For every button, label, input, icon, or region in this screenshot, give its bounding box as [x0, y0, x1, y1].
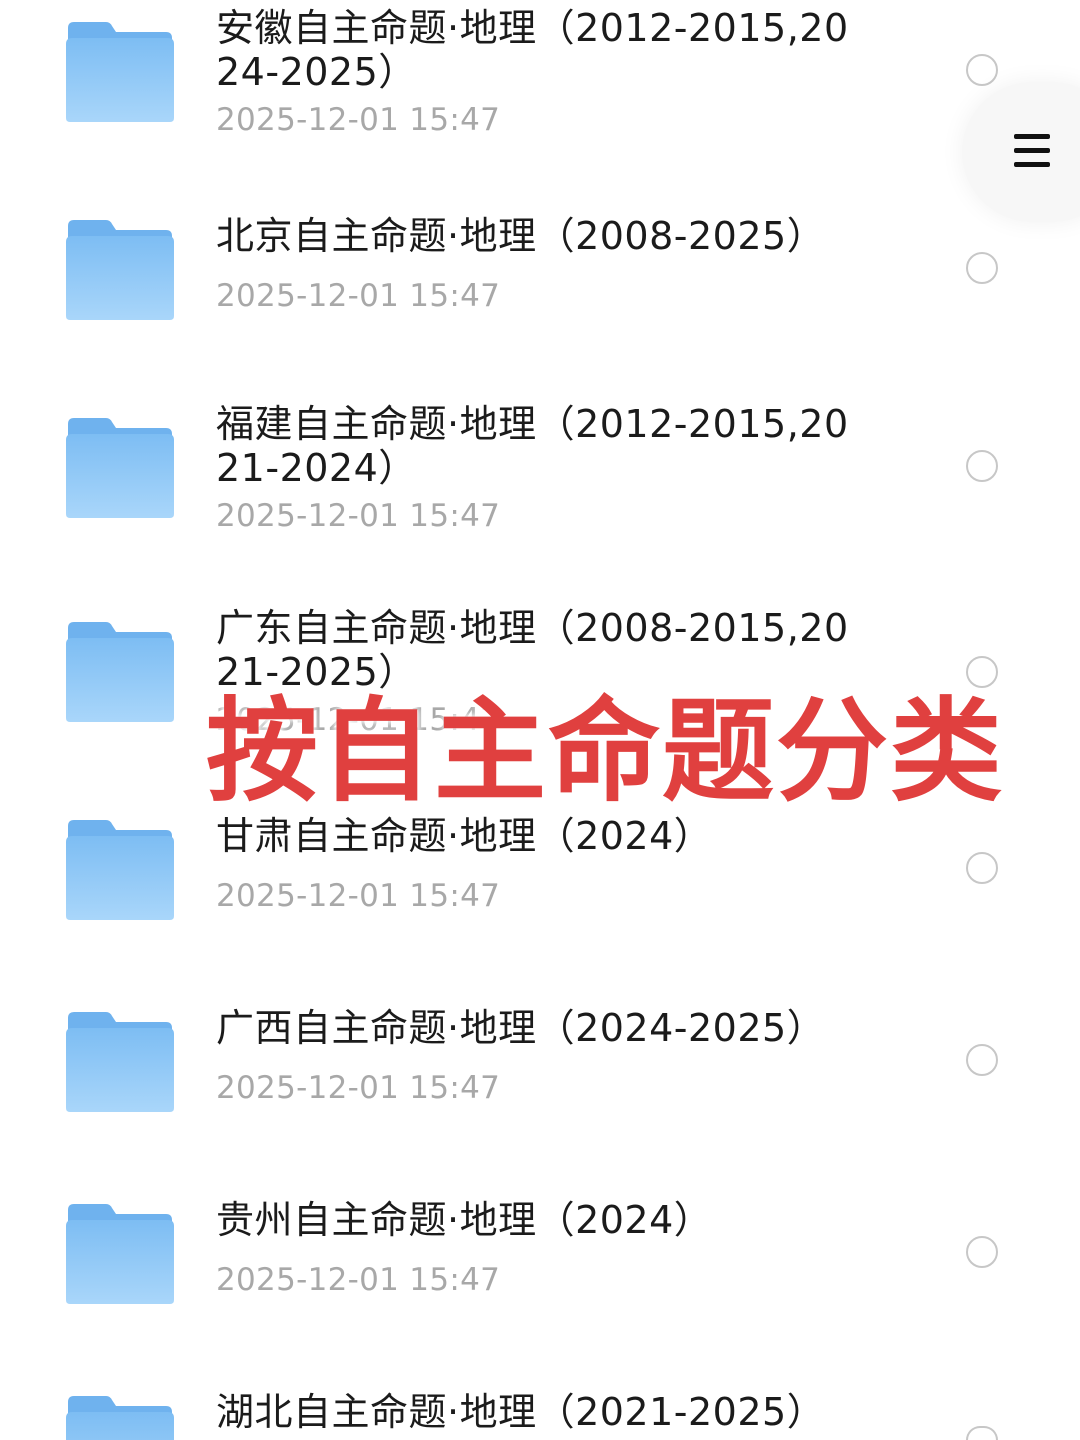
file-title: 福建自主命题·地理（2012-2015,2021-2024）	[216, 402, 849, 490]
file-timestamp: 2025-12-01 15:47	[216, 278, 501, 314]
radio-circle-icon[interactable]	[966, 1236, 998, 1268]
file-title: 甘肃自主命题·地理（2024）	[216, 814, 713, 858]
folder-icon	[66, 220, 174, 320]
folder-icon	[66, 820, 174, 920]
file-timestamp: 2025-12-01 15:47	[216, 102, 501, 138]
file-title: 贵州自主命题·地理（2024）	[216, 1198, 713, 1242]
file-timestamp: 2025-12-01 15:47	[216, 498, 501, 534]
radio-circle-icon[interactable]	[966, 1426, 998, 1440]
overlay-caption: 按自主命题分类	[206, 687, 1004, 817]
file-title: 广西自主命题·地理（2024-2025）	[216, 1006, 826, 1050]
file-title: 安徽自主命题·地理（2012-2015,2024-2025）	[216, 6, 849, 94]
menu-icon[interactable]	[1014, 134, 1050, 168]
radio-circle-icon[interactable]	[966, 852, 998, 884]
file-timestamp: 2025-12-01 15:47	[216, 878, 501, 914]
radio-circle-icon[interactable]	[966, 54, 998, 86]
folder-icon	[66, 1204, 174, 1304]
radio-circle-icon[interactable]	[966, 450, 998, 482]
folder-icon	[66, 622, 174, 722]
radio-circle-icon[interactable]	[966, 1044, 998, 1076]
radio-circle-icon[interactable]	[966, 656, 998, 688]
folder-icon	[66, 1012, 174, 1112]
file-timestamp: 2025-12-01 15:47	[216, 1070, 501, 1106]
radio-circle-icon[interactable]	[966, 252, 998, 284]
folder-icon	[66, 418, 174, 518]
file-title: 北京自主命题·地理（2008-2025）	[216, 214, 826, 258]
folder-icon	[66, 22, 174, 122]
file-timestamp: 2025-12-01 15:47	[216, 1262, 501, 1298]
file-title: 广东自主命题·地理（2008-2015,2021-2025）	[216, 606, 849, 694]
file-title: 湖北自主命题·地理（2021-2025）	[216, 1390, 826, 1434]
folder-icon	[66, 1396, 174, 1440]
